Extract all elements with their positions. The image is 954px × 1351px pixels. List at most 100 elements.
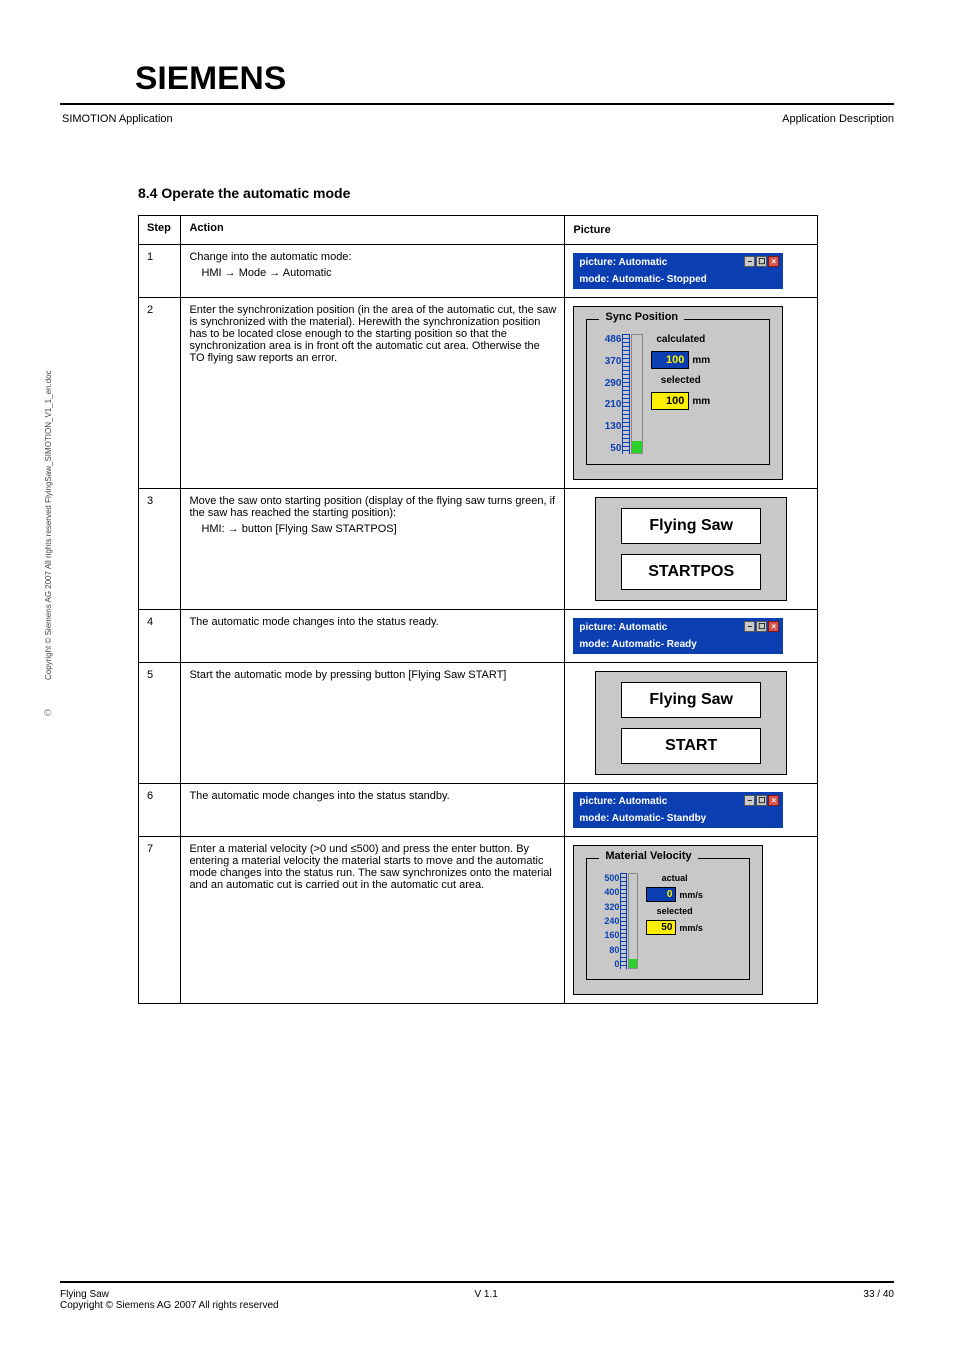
action-cell: Enter a material velocity (>0 und ≤500) … [181,837,565,1004]
gauge-bar [631,334,643,454]
readout-label: calculated [651,334,710,345]
gauge-bar-fill [629,959,637,968]
table-row: 5 Start the automatic mode by pressing b… [139,663,818,784]
col-step-header: Step [139,216,181,245]
page: SIEMENS SIMOTION Application Application… [0,0,954,1351]
tick-label: 160 [593,930,619,940]
maximize-icon[interactable]: ☐ [756,795,767,806]
action-cell: Start the automatic mode by pressing but… [181,663,565,784]
window-header: picture: Automatic – ☐ × [573,618,783,637]
tick-label: 500 [593,873,619,883]
picture-cell: Sync Position 486 370 290 210 130 [565,298,818,489]
brand-logo: SIEMENS [135,60,932,97]
picture-cell: Material Velocity 500 400 320 240 160 [565,837,818,1004]
readout-value-calculated: 100 mm [651,351,710,369]
step-number: 4 [139,610,181,663]
close-icon[interactable]: × [768,795,779,806]
sync-position-panel: Sync Position 486 370 290 210 130 [573,306,783,480]
tick-label: 370 [593,356,621,367]
readout-value-selected[interactable]: 50 mm/s [646,920,703,935]
tick-label: 400 [593,887,619,897]
gauge-readouts: actual 0 mm/s selected 50 mm/s [646,873,703,935]
readout-number[interactable]: 50 [646,920,676,935]
action-subtext: HMI → Mode → Automatic [201,267,556,279]
maximize-icon[interactable]: ☐ [756,256,767,267]
table-row: 1 Change into the automatic mode: HMI → … [139,245,818,298]
tick-label: 210 [593,399,621,410]
header-right: Application Description [782,113,894,125]
maximize-icon[interactable]: ☐ [756,621,767,632]
readout-value-actual: 0 mm/s [646,887,703,902]
footer-rule [60,1281,894,1283]
col-picture-header: Picture [565,216,818,245]
side-copyright: Copyright © Siemens AG 2007 All rights r… [44,370,53,680]
picture-cell: picture: Automatic – ☐ × mode: Automatic… [565,610,818,663]
close-icon[interactable]: × [768,256,779,267]
minimize-icon[interactable]: – [744,795,755,806]
header-row: SIMOTION Application Application Descrip… [62,113,894,125]
picture-cell: picture: Automatic – ☐ × mode: Automatic… [565,245,818,298]
startpos-button-panel: Flying Saw STARTPOS [595,497,787,601]
sync-position-legend: Sync Position [599,311,684,323]
gauge-tickmarks [622,334,630,454]
action-subtext: HMI: → button [Flying Saw STARTPOS] [201,523,556,535]
sync-position-frame: Sync Position 486 370 290 210 130 [586,319,770,465]
minimize-icon[interactable]: – [744,621,755,632]
gauge-ticks: 500 400 320 240 160 80 0 [593,873,619,969]
table-row: 2 Enter the synchronization position (in… [139,298,818,489]
window-icons: – ☐ × [744,256,779,267]
footer-center: V 1.1 [474,1289,497,1300]
page-footer: Flying Saw V 1.1 33 / 40 Copyright © Sie… [60,1281,894,1311]
readout-number: 100 [651,351,689,369]
step-number: 3 [139,489,181,610]
material-velocity-legend: Material Velocity [599,850,697,862]
step-number: 6 [139,784,181,837]
picture-cell: Flying Saw START [565,663,818,784]
tick-label: 0 [593,959,619,969]
action-text: Move the saw onto starting position (dis… [189,495,556,519]
col-action-header: Action [181,216,565,245]
start-button[interactable]: START [621,728,761,764]
tick-label: 130 [593,421,621,432]
gauge-ticks: 486 370 290 210 130 50 [593,334,621,454]
readout-label: selected [646,906,703,916]
operate-table: Step Action Picture 1 Change into the au… [138,215,818,1004]
gauge-col: 500 400 320 240 160 80 0 [593,873,638,969]
material-velocity-frame: Material Velocity 500 400 320 240 160 [586,858,750,980]
close-icon[interactable]: × [768,621,779,632]
readout-unit: mm/s [679,923,703,933]
minimize-icon[interactable]: – [744,256,755,267]
readout-number[interactable]: 100 [651,392,689,410]
tick-label: 320 [593,902,619,912]
window-header-line1: picture: Automatic [579,796,667,807]
action-cell: Move the saw onto starting position (dis… [181,489,565,610]
table-header-row: Step Action Picture [139,216,818,245]
readout-unit: mm/s [679,890,703,900]
gauge-readouts: calculated 100 mm selected 100 mm [651,334,710,410]
readout-label: selected [651,375,710,386]
footer-row2: Copyright © Siemens AG 2007 All rights r… [60,1300,894,1311]
header-left: SIMOTION Application [62,113,782,125]
panel-title: Flying Saw [621,682,761,718]
startpos-button[interactable]: STARTPOS [621,554,761,590]
window-header: picture: Automatic – ☐ × [573,253,783,272]
footer-row1: Flying Saw V 1.1 33 / 40 [60,1289,894,1300]
window-icons: – ☐ × [744,621,779,632]
window-header-line2: mode: Automatic- Stopped [573,272,783,289]
section-title: 8.4 Operate the automatic mode [138,185,894,201]
tick-label: 240 [593,916,619,926]
gauge-bar [628,873,638,969]
action-text: Enter a material velocity (>0 und ≤500) … [189,843,556,891]
table-row: 4 The automatic mode changes into the st… [139,610,818,663]
table-row: 6 The automatic mode changes into the st… [139,784,818,837]
gauge-tickmarks [620,873,627,969]
table-row: 3 Move the saw onto starting position (d… [139,489,818,610]
readout-value-selected[interactable]: 100 mm [651,392,710,410]
step-number: 5 [139,663,181,784]
action-cell: The automatic mode changes into the stat… [181,610,565,663]
start-button-panel: Flying Saw START [595,671,787,775]
table-row: 7 Enter a material velocity (>0 und ≤500… [139,837,818,1004]
step-number: 2 [139,298,181,489]
material-velocity-panel: Material Velocity 500 400 320 240 160 [573,845,763,995]
tick-label: 290 [593,378,621,389]
